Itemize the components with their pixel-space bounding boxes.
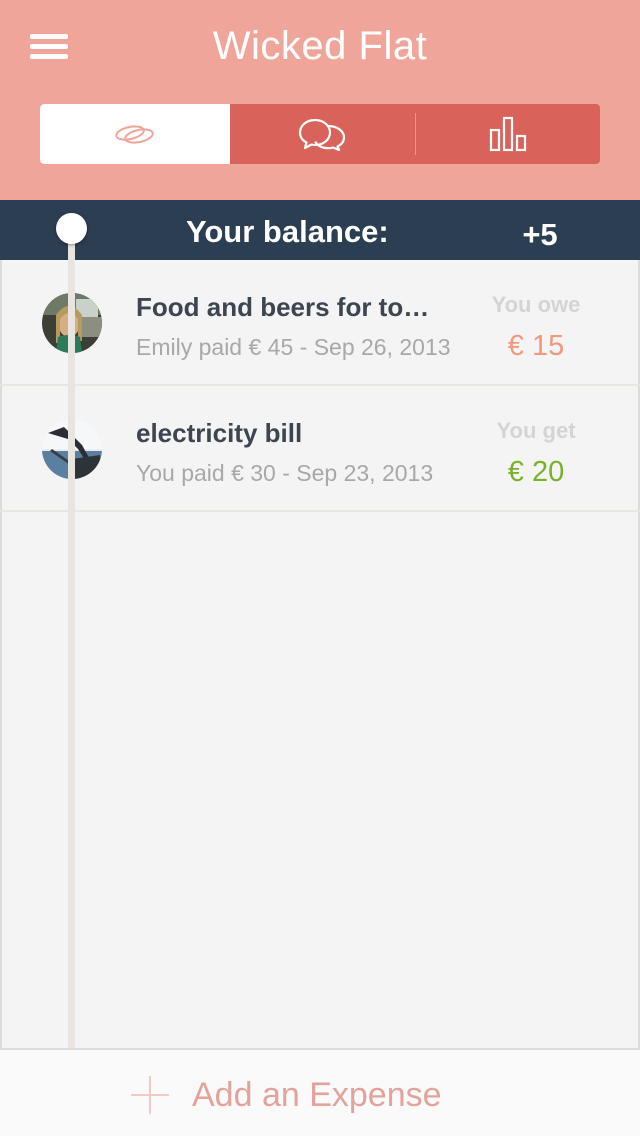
balance-label: Your balance: [186,214,389,249]
timeline-line [68,238,75,1050]
balance-bar: Your balance: +5 [0,200,640,260]
timeline-handle[interactable] [56,213,87,244]
app-title: Wicked Flat [212,24,428,68]
expense-title: Food and beers for to… [136,292,430,322]
expense-amount: € 15 [507,330,565,362]
expense-title: electricity bill [136,418,303,448]
tab-chat[interactable] [230,104,416,164]
add-expense-button[interactable]: Add an Expense [0,1050,640,1136]
app-header: Wicked Flat [0,0,640,200]
expense-amount: € 20 [507,456,565,488]
rings-icon [115,125,154,144]
expense-subtitle: You paid € 30 - Sep 23, 2013 [136,460,434,486]
plus-icon [131,1076,169,1114]
expense-row[interactable]: electricity bill You paid € 30 - Sep 23,… [0,386,640,512]
chat-bubbles-icon [299,118,346,151]
expense-row[interactable]: Food and beers for to… Emily paid € 45 -… [0,260,640,386]
add-expense-label: Add an Expense [192,1076,442,1114]
expense-kind: You get [496,418,576,443]
tab-expenses[interactable] [40,104,230,164]
tab-stats[interactable] [416,104,600,164]
section-tabs [40,104,600,164]
expense-subtitle: Emily paid € 45 - Sep 26, 2013 [136,334,451,360]
balance-value: +5 [522,217,558,252]
expense-list: Food and beers for to… Emily paid € 45 -… [0,260,640,512]
footer: Add an Expense [0,1048,640,1136]
bar-chart-icon [490,116,527,152]
expense-kind: You owe [491,292,581,317]
